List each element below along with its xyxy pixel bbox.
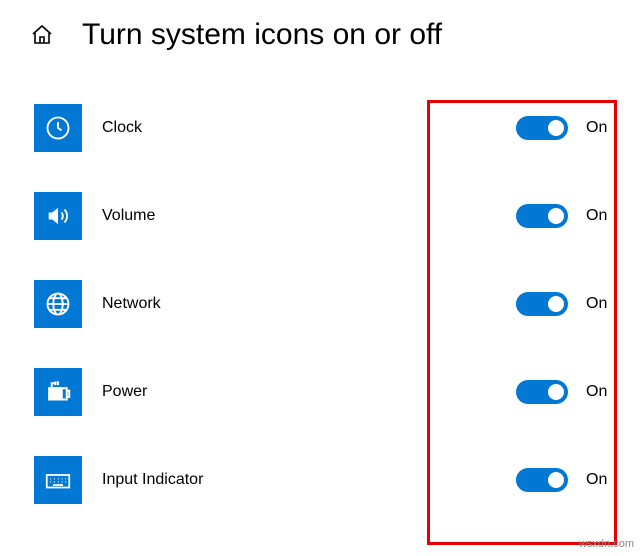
toggle-state: On	[586, 207, 616, 225]
item-label: Power	[102, 383, 147, 401]
system-icons-list: Clock On Volume On Network	[0, 74, 644, 504]
toggle-state: On	[586, 471, 616, 489]
toggle-network[interactable]	[516, 292, 568, 316]
header: Turn system icons on or off	[0, 0, 644, 74]
toggle-power[interactable]	[516, 380, 568, 404]
power-icon	[34, 368, 82, 416]
item-label: Clock	[102, 119, 142, 137]
globe-icon	[34, 280, 82, 328]
watermark: wsxdn.com	[579, 538, 634, 550]
item-label: Network	[102, 295, 161, 313]
toggle-volume[interactable]	[516, 204, 568, 228]
keyboard-icon	[34, 456, 82, 504]
toggle-state: On	[586, 295, 616, 313]
item-label: Volume	[102, 207, 155, 225]
list-item-power: Power On	[34, 368, 616, 416]
list-item-volume: Volume On	[34, 192, 616, 240]
page-title: Turn system icons on or off	[82, 18, 442, 52]
item-label: Input Indicator	[102, 471, 203, 489]
volume-icon	[34, 192, 82, 240]
list-item-network: Network On	[34, 280, 616, 328]
clock-icon	[34, 104, 82, 152]
toggle-state: On	[586, 383, 616, 401]
toggle-clock[interactable]	[516, 116, 568, 140]
toggle-input-indicator[interactable]	[516, 468, 568, 492]
list-item-clock: Clock On	[34, 104, 616, 152]
home-icon[interactable]	[30, 23, 54, 47]
toggle-state: On	[586, 119, 616, 137]
list-item-input-indicator: Input Indicator On	[34, 456, 616, 504]
